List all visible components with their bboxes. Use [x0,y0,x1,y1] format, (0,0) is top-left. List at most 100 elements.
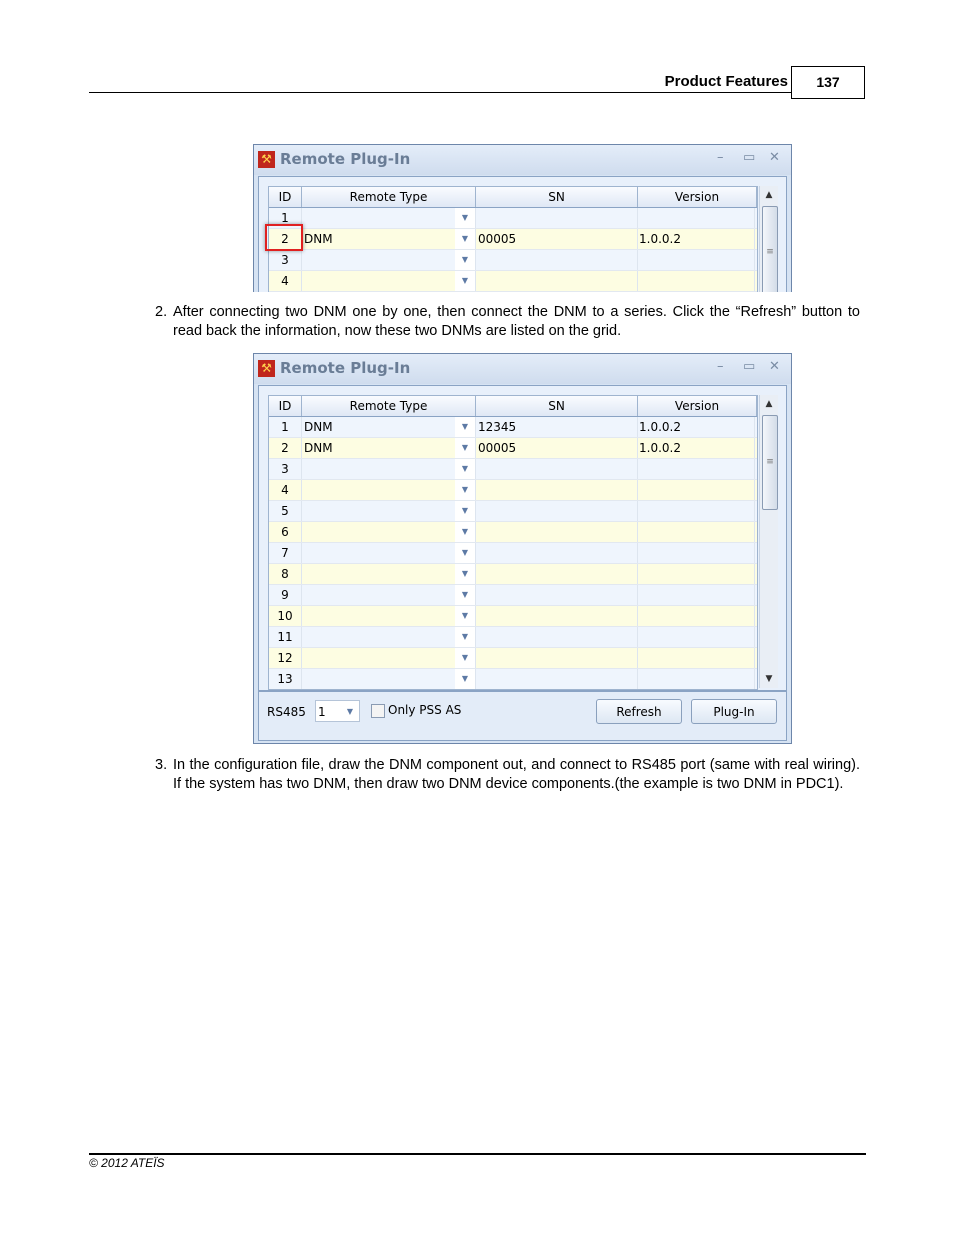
chevron-down-icon[interactable]: ▼ [455,250,475,270]
column-header-remote-type[interactable]: Remote Type [302,187,476,207]
version-cell[interactable] [638,501,755,521]
table-row[interactable]: 12 ▼ [269,648,757,669]
column-header-sn[interactable]: SN [476,187,638,207]
remote-type-cell[interactable] [302,543,476,563]
sn-cell[interactable] [476,480,638,500]
remote-type-cell[interactable] [302,501,476,521]
table-row[interactable]: 6 ▼ [269,522,757,543]
table-row[interactable]: 2 DNM 00005 1.0.0.2 ▼ [269,229,757,250]
column-header-version[interactable]: Version [638,396,757,416]
chevron-down-icon[interactable]: ▼ [455,208,475,228]
chevron-down-icon[interactable]: ▼ [455,648,475,668]
sn-cell[interactable] [476,585,638,605]
sn-cell[interactable] [476,522,638,542]
version-cell[interactable] [638,250,755,270]
column-header-id[interactable]: ID [269,396,302,416]
remote-type-cell[interactable]: DNM [302,438,476,458]
sn-cell[interactable]: 00005 [476,229,638,249]
version-cell[interactable] [638,522,755,542]
refresh-button[interactable]: Refresh [596,699,682,724]
vertical-scrollbar[interactable]: ▲ ≡ ▼ [759,395,778,688]
maximize-button[interactable]: ▭ [743,359,755,374]
remote-type-cell[interactable] [302,250,476,270]
table-row[interactable]: 5 ▼ [269,501,757,522]
rs485-select[interactable]: 1 ▼ [315,700,360,722]
chevron-down-icon[interactable]: ▼ [455,271,475,291]
sn-cell[interactable] [476,606,638,626]
only-pss-checkbox[interactable] [371,704,385,718]
chevron-down-icon[interactable]: ▼ [455,459,475,479]
plug-in-button[interactable]: Plug-In [691,699,777,724]
minimize-button[interactable]: – [717,150,724,165]
scroll-thumb[interactable]: ≡ [762,415,778,510]
column-header-version[interactable]: Version [638,187,757,207]
sn-cell[interactable] [476,627,638,647]
maximize-button[interactable]: ▭ [743,150,755,165]
chevron-down-icon[interactable]: ▼ [455,585,475,605]
version-cell[interactable] [638,480,755,500]
remote-type-cell[interactable] [302,648,476,668]
chevron-down-icon[interactable]: ▼ [455,543,475,563]
version-cell[interactable] [638,543,755,563]
remote-type-cell[interactable] [302,627,476,647]
sn-cell[interactable]: 12345 [476,417,638,437]
table-row[interactable]: 4 ▼ [269,271,757,292]
sn-cell[interactable] [476,271,638,291]
remote-type-cell[interactable] [302,522,476,542]
chevron-down-icon[interactable]: ▼ [455,501,475,521]
table-row[interactable]: 8 ▼ [269,564,757,585]
remote-type-cell[interactable] [302,585,476,605]
sn-cell[interactable]: 00005 [476,438,638,458]
sn-cell[interactable] [476,669,638,689]
table-row[interactable]: 9 ▼ [269,585,757,606]
version-cell[interactable] [638,648,755,668]
version-cell[interactable] [638,585,755,605]
table-row[interactable]: 7 ▼ [269,543,757,564]
remote-type-cell[interactable] [302,459,476,479]
version-cell[interactable] [638,271,755,291]
remote-type-cell[interactable]: DNM [302,229,476,249]
version-cell[interactable]: 1.0.0.2 [638,438,755,458]
table-row[interactable]: 2 DNM 00005 1.0.0.2 ▼ [269,438,757,459]
close-button[interactable]: ✕ [769,359,780,374]
column-header-sn[interactable]: SN [476,396,638,416]
sn-cell[interactable] [476,543,638,563]
table-row[interactable]: 1 ▼ [269,208,757,229]
scroll-thumb[interactable]: ≡ [762,206,778,292]
remote-type-cell[interactable] [302,208,476,228]
remote-type-cell[interactable]: DNM [302,417,476,437]
scroll-down-icon[interactable]: ▼ [760,670,778,688]
chevron-down-icon[interactable]: ▼ [455,229,475,249]
chevron-down-icon[interactable]: ▼ [455,438,475,458]
vertical-scrollbar[interactable]: ▲ ≡ [759,186,778,292]
version-cell[interactable] [638,627,755,647]
sn-cell[interactable] [476,250,638,270]
version-cell[interactable] [638,459,755,479]
scroll-up-icon[interactable]: ▲ [760,186,778,204]
column-header-remote-type[interactable]: Remote Type [302,396,476,416]
version-cell[interactable] [638,669,755,689]
sn-cell[interactable] [476,208,638,228]
version-cell[interactable] [638,564,755,584]
sn-cell[interactable] [476,648,638,668]
scroll-up-icon[interactable]: ▲ [760,395,778,413]
table-row[interactable]: 4 ▼ [269,480,757,501]
version-cell[interactable]: 1.0.0.2 [638,229,755,249]
sn-cell[interactable] [476,501,638,521]
minimize-button[interactable]: – [717,359,724,374]
sn-cell[interactable] [476,459,638,479]
chevron-down-icon[interactable]: ▼ [455,606,475,626]
version-cell[interactable]: 1.0.0.2 [638,417,755,437]
table-row[interactable]: 3 ▼ [269,459,757,480]
table-row[interactable]: 3 ▼ [269,250,757,271]
table-row[interactable]: 1 DNM 12345 1.0.0.2 ▼ [269,417,757,438]
remote-type-cell[interactable] [302,271,476,291]
remote-type-cell[interactable] [302,564,476,584]
chevron-down-icon[interactable]: ▼ [455,417,475,437]
remote-type-cell[interactable] [302,606,476,626]
sn-cell[interactable] [476,564,638,584]
chevron-down-icon[interactable]: ▼ [455,564,475,584]
remote-type-cell[interactable] [302,669,476,689]
remote-type-cell[interactable] [302,480,476,500]
table-row[interactable]: 13 ▼ [269,669,757,689]
